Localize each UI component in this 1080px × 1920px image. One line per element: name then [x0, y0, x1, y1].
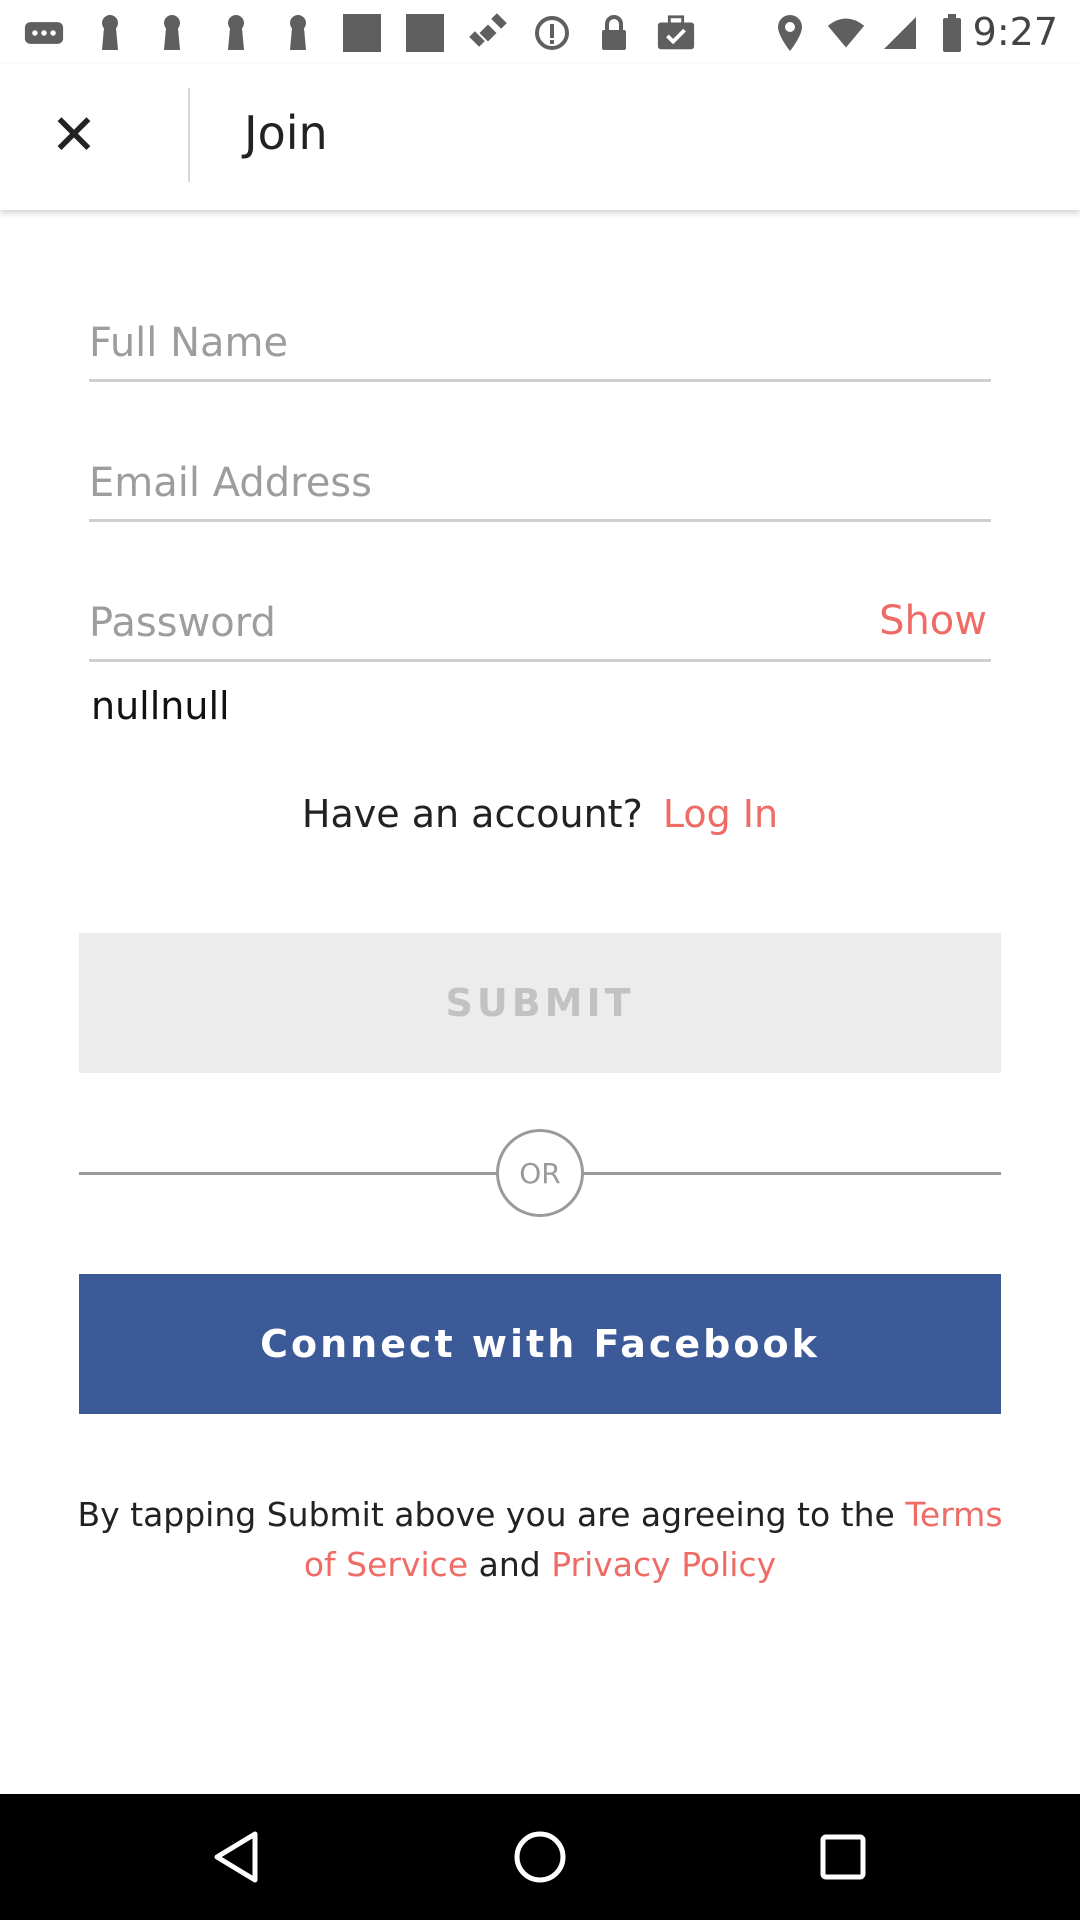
info-icon [532, 14, 572, 52]
app-header: ✕ Join [0, 64, 1080, 210]
status-bar: 9:27 [0, 0, 1080, 64]
terms-text: By tapping Submit above you are agreeing… [70, 1490, 1010, 1590]
page-title: Join [244, 106, 328, 160]
wifi-icon [826, 14, 866, 52]
terms-prefix: By tapping Submit above you are agreeing… [77, 1495, 895, 1534]
submit-label: SUBMIT [445, 981, 635, 1025]
terms-middle: and [478, 1545, 541, 1584]
square-icon [342, 14, 382, 52]
lock-icon [594, 14, 634, 52]
square-icon [405, 14, 445, 52]
facebook-label: Connect with Facebook [260, 1322, 820, 1366]
password-field-container: Show [89, 580, 991, 662]
password-input[interactable] [89, 580, 793, 659]
login-link[interactable]: Log In [663, 792, 778, 836]
keyhole-icon [216, 14, 256, 52]
recents-button[interactable] [813, 1827, 873, 1887]
recents-icon [820, 1834, 866, 1880]
home-icon [514, 1831, 566, 1883]
briefcase-check-icon [656, 14, 696, 52]
close-button[interactable]: ✕ [42, 104, 106, 168]
battery-icon [932, 14, 972, 52]
have-account-prompt: Have an account? [301, 792, 643, 836]
have-account-row: Have an account? Log In [0, 792, 1080, 836]
back-icon [214, 1831, 258, 1883]
submit-button[interactable]: SUBMIT [79, 933, 1001, 1073]
or-badge: OR [496, 1129, 584, 1217]
keyhole-icon [152, 14, 192, 52]
privacy-policy-link[interactable]: Privacy Policy [551, 1545, 776, 1584]
home-button[interactable] [510, 1827, 570, 1887]
show-password-button[interactable]: Show [879, 598, 987, 644]
full-name-input[interactable] [89, 300, 991, 379]
close-icon: ✕ [50, 103, 98, 168]
location-icon [770, 14, 810, 52]
error-text: nullnull [91, 684, 230, 728]
email-field-container [89, 440, 991, 522]
signal-icon [880, 14, 920, 52]
status-time: 9:27 [972, 10, 1058, 54]
keyhole-icon [278, 14, 318, 52]
keyhole-icon [90, 14, 130, 52]
connect-facebook-button[interactable]: Connect with Facebook [79, 1274, 1001, 1414]
navigation-bar [0, 1794, 1080, 1920]
more-icon [24, 14, 64, 52]
header-divider [188, 88, 190, 182]
email-input[interactable] [89, 440, 991, 519]
back-button[interactable] [206, 1827, 266, 1887]
full-name-field-container [89, 300, 991, 382]
satellite-icon [468, 13, 508, 52]
